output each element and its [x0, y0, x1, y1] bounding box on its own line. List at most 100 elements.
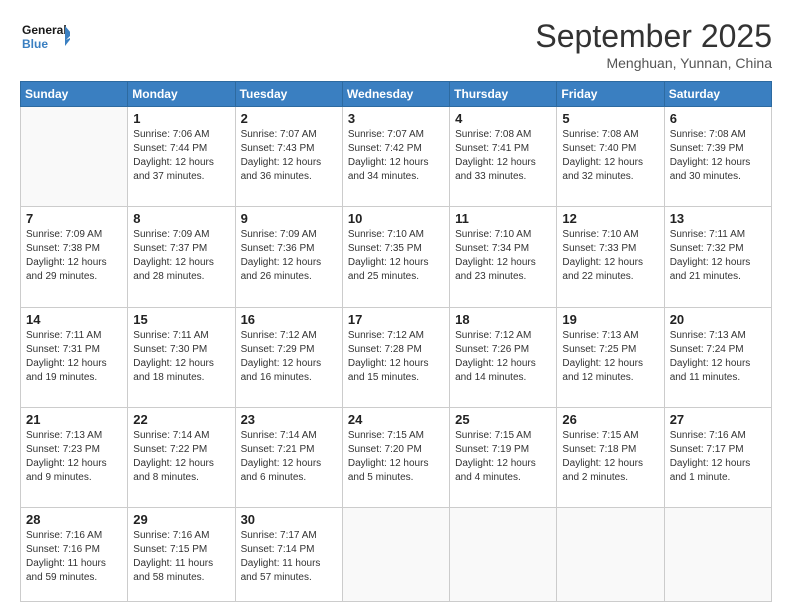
week-row-5: 28Sunrise: 7:16 AM Sunset: 7:16 PM Dayli…: [21, 508, 772, 602]
day-info: Sunrise: 7:16 AM Sunset: 7:15 PM Dayligh…: [133, 529, 229, 585]
day-number: 15: [133, 312, 229, 327]
day-number: 18: [455, 312, 551, 327]
cell-1-3: 10 Sunrise: 7:10 AM Sunset: 7:35 PM Dayli…: [342, 207, 449, 307]
day-info: Sunrise: 7:15 AM Sunset: 7:20 PM Dayligh…: [348, 429, 444, 485]
cell-4-4: [450, 508, 557, 602]
day-number: 26: [562, 412, 658, 427]
day-info: Sunrise: 7:13 AM Sunset: 7:23 PM Dayligh…: [26, 429, 122, 485]
day-number: 11: [455, 211, 551, 226]
day-number: 22: [133, 412, 229, 427]
day-info: Sunrise: 7:07 AM Sunset: 7:43 PM Dayligh…: [241, 128, 337, 184]
cell-0-0: [21, 107, 128, 207]
cell-0-2: 2 Sunrise: 7:07 AM Sunset: 7:43 PM Daylig…: [235, 107, 342, 207]
day-info: Sunrise: 7:14 AM Sunset: 7:22 PM Dayligh…: [133, 429, 229, 485]
day-number: 5: [562, 111, 658, 126]
week-row-2: 7 Sunrise: 7:09 AM Sunset: 7:38 PM Daylig…: [21, 207, 772, 307]
day-number: 16: [241, 312, 337, 327]
cell-4-0: 28Sunrise: 7:16 AM Sunset: 7:16 PM Dayli…: [21, 508, 128, 602]
cell-0-4: 4 Sunrise: 7:08 AM Sunset: 7:41 PM Daylig…: [450, 107, 557, 207]
cell-1-5: 12 Sunrise: 7:10 AM Sunset: 7:33 PM Dayli…: [557, 207, 664, 307]
day-info: Sunrise: 7:10 AM Sunset: 7:35 PM Dayligh…: [348, 228, 444, 284]
header: General Blue September 2025 Menghuan, Yu…: [20, 18, 772, 71]
cell-1-1: 8Sunrise: 7:09 AM Sunset: 7:37 PM Daylig…: [128, 207, 235, 307]
week-row-3: 14 Sunrise: 7:11 AM Sunset: 7:31 PM Dayli…: [21, 307, 772, 407]
col-sunday: Sunday: [21, 82, 128, 107]
cell-2-5: 19 Sunrise: 7:13 AM Sunset: 7:25 PM Dayli…: [557, 307, 664, 407]
logo: General Blue: [20, 18, 70, 58]
cell-0-1: 1Sunrise: 7:06 AM Sunset: 7:44 PM Daylig…: [128, 107, 235, 207]
week-row-4: 21Sunrise: 7:13 AM Sunset: 7:23 PM Dayli…: [21, 408, 772, 508]
cell-1-6: 13 Sunrise: 7:11 AM Sunset: 7:32 PM Dayli…: [664, 207, 771, 307]
location: Menghuan, Yunnan, China: [535, 55, 772, 71]
day-info: Sunrise: 7:10 AM Sunset: 7:33 PM Dayligh…: [562, 228, 658, 284]
cell-3-2: 23Sunrise: 7:14 AM Sunset: 7:21 PM Dayli…: [235, 408, 342, 508]
calendar-table: Sunday Monday Tuesday Wednesday Thursday…: [20, 81, 772, 602]
cell-0-5: 5 Sunrise: 7:08 AM Sunset: 7:40 PM Daylig…: [557, 107, 664, 207]
day-info: Sunrise: 7:16 AM Sunset: 7:17 PM Dayligh…: [670, 429, 766, 485]
day-info: Sunrise: 7:08 AM Sunset: 7:39 PM Dayligh…: [670, 128, 766, 184]
cell-4-1: 29 Sunrise: 7:16 AM Sunset: 7:15 PM Dayli…: [128, 508, 235, 602]
cell-1-0: 7 Sunrise: 7:09 AM Sunset: 7:38 PM Daylig…: [21, 207, 128, 307]
cell-2-4: 18Sunrise: 7:12 AM Sunset: 7:26 PM Dayli…: [450, 307, 557, 407]
day-number: 13: [670, 211, 766, 226]
title-block: September 2025 Menghuan, Yunnan, China: [535, 18, 772, 71]
day-number: 27: [670, 412, 766, 427]
day-number: 28: [26, 512, 122, 527]
page: General Blue September 2025 Menghuan, Yu…: [0, 0, 792, 612]
day-number: 30: [241, 512, 337, 527]
day-number: 14: [26, 312, 122, 327]
cell-4-5: [557, 508, 664, 602]
day-number: 8: [133, 211, 229, 226]
day-number: 23: [241, 412, 337, 427]
day-number: 12: [562, 211, 658, 226]
cell-1-2: 9Sunrise: 7:09 AM Sunset: 7:36 PM Daylig…: [235, 207, 342, 307]
cell-0-6: 6Sunrise: 7:08 AM Sunset: 7:39 PM Daylig…: [664, 107, 771, 207]
col-tuesday: Tuesday: [235, 82, 342, 107]
cell-4-3: [342, 508, 449, 602]
day-info: Sunrise: 7:12 AM Sunset: 7:28 PM Dayligh…: [348, 329, 444, 385]
day-number: 20: [670, 312, 766, 327]
day-info: Sunrise: 7:11 AM Sunset: 7:31 PM Dayligh…: [26, 329, 122, 385]
col-thursday: Thursday: [450, 82, 557, 107]
cell-2-3: 17 Sunrise: 7:12 AM Sunset: 7:28 PM Dayli…: [342, 307, 449, 407]
day-number: 10: [348, 211, 444, 226]
day-info: Sunrise: 7:17 AM Sunset: 7:14 PM Dayligh…: [241, 529, 337, 585]
logo-svg: General Blue: [20, 18, 70, 58]
col-saturday: Saturday: [664, 82, 771, 107]
day-number: 1: [133, 111, 229, 126]
day-info: Sunrise: 7:13 AM Sunset: 7:25 PM Dayligh…: [562, 329, 658, 385]
day-number: 9: [241, 211, 337, 226]
day-info: Sunrise: 7:07 AM Sunset: 7:42 PM Dayligh…: [348, 128, 444, 184]
col-friday: Friday: [557, 82, 664, 107]
day-info: Sunrise: 7:08 AM Sunset: 7:40 PM Dayligh…: [562, 128, 658, 184]
cell-2-1: 15 Sunrise: 7:11 AM Sunset: 7:30 PM Dayli…: [128, 307, 235, 407]
day-info: Sunrise: 7:13 AM Sunset: 7:24 PM Dayligh…: [670, 329, 766, 385]
calendar-header-row: Sunday Monday Tuesday Wednesday Thursday…: [21, 82, 772, 107]
day-info: Sunrise: 7:09 AM Sunset: 7:38 PM Dayligh…: [26, 228, 122, 284]
cell-2-6: 20 Sunrise: 7:13 AM Sunset: 7:24 PM Dayli…: [664, 307, 771, 407]
day-number: 19: [562, 312, 658, 327]
cell-1-4: 11Sunrise: 7:10 AM Sunset: 7:34 PM Dayli…: [450, 207, 557, 307]
svg-text:Blue: Blue: [22, 37, 48, 51]
cell-3-1: 22 Sunrise: 7:14 AM Sunset: 7:22 PM Dayli…: [128, 408, 235, 508]
cell-3-0: 21Sunrise: 7:13 AM Sunset: 7:23 PM Dayli…: [21, 408, 128, 508]
cell-3-3: 24Sunrise: 7:15 AM Sunset: 7:20 PM Dayli…: [342, 408, 449, 508]
cell-4-2: 30 Sunrise: 7:17 AM Sunset: 7:14 PM Dayli…: [235, 508, 342, 602]
day-number: 4: [455, 111, 551, 126]
month-title: September 2025: [535, 18, 772, 55]
svg-text:General: General: [22, 23, 67, 37]
day-number: 29: [133, 512, 229, 527]
day-info: Sunrise: 7:11 AM Sunset: 7:32 PM Dayligh…: [670, 228, 766, 284]
day-info: Sunrise: 7:12 AM Sunset: 7:29 PM Dayligh…: [241, 329, 337, 385]
day-number: 3: [348, 111, 444, 126]
cell-0-3: 3 Sunrise: 7:07 AM Sunset: 7:42 PM Daylig…: [342, 107, 449, 207]
day-info: Sunrise: 7:08 AM Sunset: 7:41 PM Dayligh…: [455, 128, 551, 184]
cell-4-6: [664, 508, 771, 602]
cell-2-2: 16 Sunrise: 7:12 AM Sunset: 7:29 PM Dayli…: [235, 307, 342, 407]
day-number: 2: [241, 111, 337, 126]
day-number: 7: [26, 211, 122, 226]
week-row-1: 1Sunrise: 7:06 AM Sunset: 7:44 PM Daylig…: [21, 107, 772, 207]
cell-2-0: 14 Sunrise: 7:11 AM Sunset: 7:31 PM Dayli…: [21, 307, 128, 407]
day-info: Sunrise: 7:11 AM Sunset: 7:30 PM Dayligh…: [133, 329, 229, 385]
day-number: 17: [348, 312, 444, 327]
